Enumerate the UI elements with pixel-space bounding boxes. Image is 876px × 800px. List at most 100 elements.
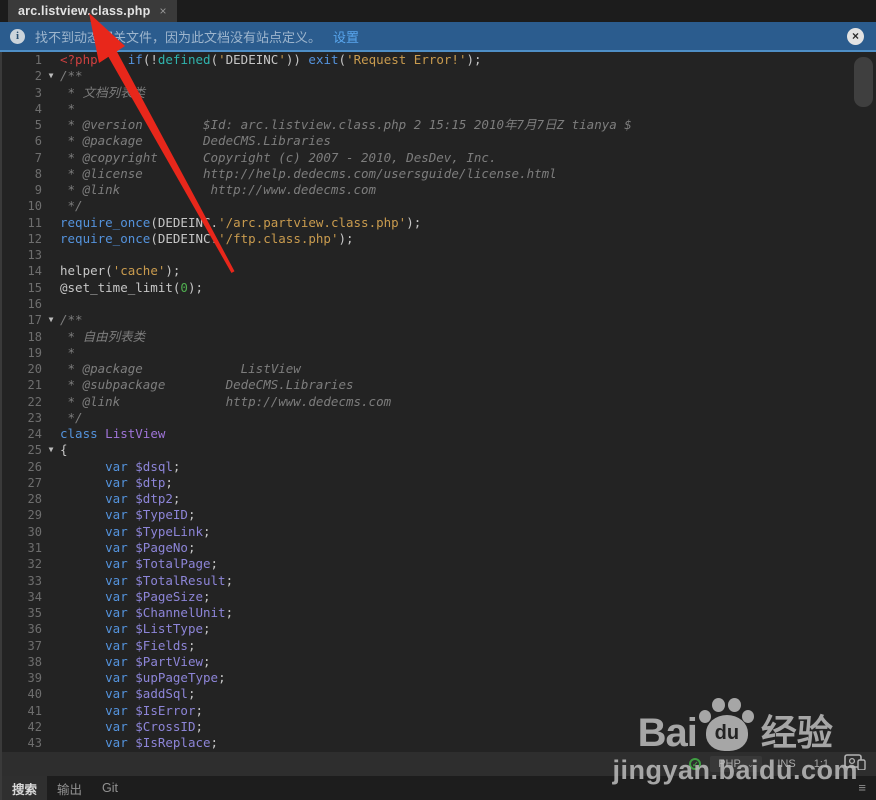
panel-tab-output[interactable]: 输出 xyxy=(47,776,92,800)
notification-close-icon[interactable]: × xyxy=(847,28,864,45)
code-line: 25 ▼{ xyxy=(2,442,876,458)
code-text: /** xyxy=(60,68,83,84)
status-bar: ✓ PHP ⌄ INS 1:1 xyxy=(0,752,876,776)
code-text: @set_time_limit(0); xyxy=(60,279,204,295)
code-line: 6 * @package DedeCMS.Libraries xyxy=(2,133,876,149)
insert-mode-indicator: INS xyxy=(777,758,796,770)
fold-gutter xyxy=(42,247,60,263)
fold-gutter xyxy=(42,670,60,686)
line-number: 41 xyxy=(27,703,42,718)
code-text: * @link http://www.dedecms.com xyxy=(60,182,377,198)
tab-close-icon[interactable]: × xyxy=(159,5,166,17)
language-selector[interactable]: PHP ⌄ xyxy=(710,756,763,772)
fold-gutter xyxy=(42,215,60,231)
tab-title: arc.listview.class.php xyxy=(18,4,151,18)
code-line: 27 var $dtp; xyxy=(2,475,876,491)
line-number: 30 xyxy=(27,524,42,539)
code-line: 18 * 自由列表类 xyxy=(2,329,876,345)
notification-message: 找不到动态相关文件，因为此文档没有站点定义。 xyxy=(35,29,322,45)
line-number: 28 xyxy=(27,492,42,507)
code-text: * @license http://help.dedecms.com/users… xyxy=(60,165,557,181)
line-number: 4 xyxy=(34,101,42,116)
panel-tab-git[interactable]: Git xyxy=(92,776,128,800)
fold-gutter xyxy=(42,410,60,426)
chevron-down-icon: ⌄ xyxy=(746,758,755,769)
line-number: 10 xyxy=(27,199,42,214)
fold-gutter xyxy=(42,556,60,572)
code-text: var $dsql; xyxy=(105,458,181,474)
fold-gutter xyxy=(42,101,60,117)
code-text: var $TotalPage; xyxy=(105,556,219,572)
fold-gutter xyxy=(42,735,60,751)
fold-gutter xyxy=(42,117,60,133)
line-number: 43 xyxy=(27,736,42,751)
fold-gutter xyxy=(42,166,60,182)
bottom-panel: 搜索 输出 Git ≡ xyxy=(0,776,876,800)
line-number: 35 xyxy=(27,606,42,621)
fold-gutter xyxy=(42,686,60,702)
code-text: var $dtp2; xyxy=(105,491,181,507)
code-line: 30 var $TypeLink; xyxy=(2,524,876,540)
fold-arrow-icon[interactable]: ▼ xyxy=(42,68,60,84)
code-text: var $PageNo; xyxy=(105,539,196,555)
fold-gutter xyxy=(42,654,60,670)
code-line: 32 var $TotalPage; xyxy=(2,556,876,572)
vertical-scrollbar-thumb[interactable] xyxy=(854,57,873,107)
code-line: 33 var $TotalResult; xyxy=(2,573,876,589)
line-number: 8 xyxy=(34,166,42,181)
fold-gutter xyxy=(42,150,60,166)
code-text: var $TypeID; xyxy=(105,507,196,523)
fold-gutter xyxy=(42,426,60,442)
panel-tab-search[interactable]: 搜索 xyxy=(2,776,48,800)
code-text: var $Fields; xyxy=(105,637,196,653)
device-preview-icon[interactable] xyxy=(844,753,866,775)
tab-arc-listview[interactable]: arc.listview.class.php × xyxy=(8,0,177,22)
line-number: 19 xyxy=(27,345,42,360)
line-number: 36 xyxy=(27,622,42,637)
fold-gutter xyxy=(42,491,60,507)
fold-gutter xyxy=(42,182,60,198)
code-text: var $addSql; xyxy=(105,686,196,702)
fold-gutter xyxy=(42,296,60,312)
code-editor[interactable]: 1 <?php if(!defined('DEDEINC')) exit('Req… xyxy=(0,52,876,752)
code-lines: 1 <?php if(!defined('DEDEINC')) exit('Req… xyxy=(2,52,876,751)
line-number: 37 xyxy=(27,638,42,653)
fold-gutter xyxy=(42,459,60,475)
fold-gutter xyxy=(42,394,60,410)
code-line: 34 var $PageSize; xyxy=(2,589,876,605)
code-line: 12 require_once(DEDEINC.'/ftp.class.php')… xyxy=(2,231,876,247)
code-text: var $dtp; xyxy=(105,474,173,490)
code-line: 1 <?php if(!defined('DEDEINC')) exit('Req… xyxy=(2,52,876,68)
language-label: PHP xyxy=(718,758,741,770)
code-line: 14 helper('cache'); xyxy=(2,263,876,279)
fold-arrow-icon[interactable]: ▼ xyxy=(42,442,60,458)
panel-menu-icon[interactable]: ≡ xyxy=(858,781,866,795)
code-line: 2 ▼/** xyxy=(2,68,876,84)
notification-setup-link[interactable]: 设置 xyxy=(333,27,359,46)
info-icon: i xyxy=(10,28,25,44)
line-number: 24 xyxy=(27,427,42,442)
fold-gutter xyxy=(42,589,60,605)
code-text: var $ListType; xyxy=(105,621,211,637)
code-text: */ xyxy=(60,198,83,214)
code-line: 36 var $ListType; xyxy=(2,621,876,637)
line-number: 26 xyxy=(27,459,42,474)
line-number: 40 xyxy=(27,687,42,702)
fold-gutter xyxy=(42,345,60,361)
fold-arrow-icon[interactable]: ▼ xyxy=(42,312,60,328)
line-number: 33 xyxy=(27,573,42,588)
code-text: var $PageSize; xyxy=(105,588,211,604)
fold-gutter xyxy=(42,263,60,279)
fold-gutter xyxy=(42,377,60,393)
code-text: var $CrossID; xyxy=(105,718,204,734)
code-text: * @link http://www.dedecms.com xyxy=(60,393,392,409)
fold-gutter xyxy=(42,540,60,556)
line-number: 5 xyxy=(34,118,42,133)
code-text: * @copyright Copyright (c) 2007 - 2010, … xyxy=(60,149,497,165)
code-line: 29 var $TypeID; xyxy=(2,507,876,523)
code-line: 35 var $ChannelUnit; xyxy=(2,605,876,621)
line-number: 25 xyxy=(27,443,42,458)
code-text: { xyxy=(60,442,68,458)
document-tab-bar: arc.listview.class.php × xyxy=(0,0,876,22)
code-text: * @package DedeCMS.Libraries xyxy=(60,133,331,149)
